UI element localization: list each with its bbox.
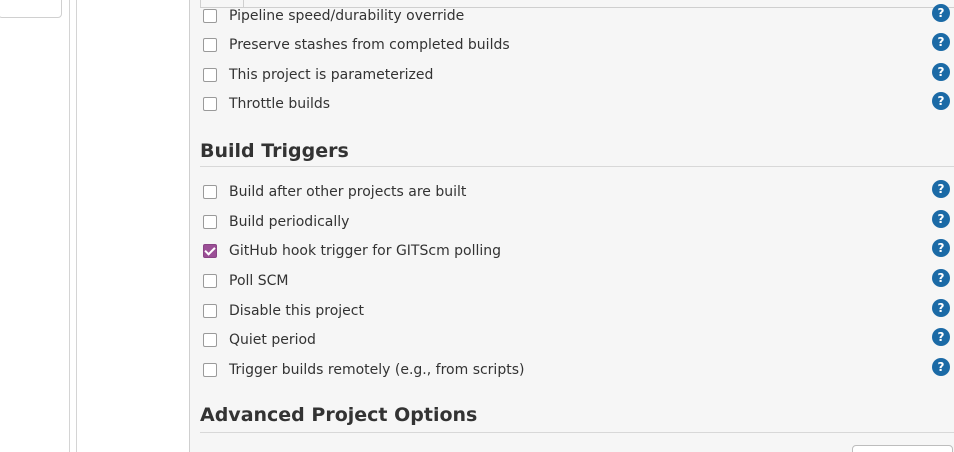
option-label: Pipeline speed/durability override [229,8,465,24]
help-icon[interactable]: ? [932,269,950,287]
option-throttle-builds[interactable]: Throttle builds [203,94,330,114]
content-divider [76,0,77,452]
sidebar-card [0,0,62,18]
checkbox-parameterized[interactable] [203,68,217,82]
jenkins-job-config-page: Pipeline speed/durability override ? Pre… [0,0,954,452]
checkbox-quiet-period[interactable] [203,333,217,347]
option-label: Disable this project [229,303,364,319]
checkbox-throttle-builds[interactable] [203,97,217,111]
checkbox-github-hook[interactable] [203,244,217,258]
checkbox-preserve-stashes[interactable] [203,38,217,52]
checkbox-pipeline-speed-durability[interactable] [203,9,217,23]
help-icon[interactable]: ? [932,4,950,22]
checkbox-poll-scm[interactable] [203,274,217,288]
option-parameterized[interactable]: This project is parameterized [203,65,433,85]
trigger-build-periodically[interactable]: Build periodically [203,212,349,232]
help-icon[interactable]: ? [932,299,950,317]
trigger-builds-remotely[interactable]: Trigger builds remotely (e.g., from scri… [203,360,524,380]
option-label: Quiet period [229,332,316,348]
trigger-disable-project[interactable]: Disable this project [203,301,364,321]
option-label: GitHub hook trigger for GITScm polling [229,243,502,259]
advanced-button[interactable] [852,445,953,452]
trigger-poll-scm[interactable]: Poll SCM [203,271,288,291]
trigger-build-after-other-projects[interactable]: Build after other projects are built [203,182,466,202]
checkbox-build-periodically[interactable] [203,215,217,229]
checkbox-disable-project[interactable] [203,304,217,318]
section-divider [200,432,954,433]
checkbox-build-after-other-projects[interactable] [203,185,217,199]
help-icon[interactable]: ? [932,328,950,346]
help-icon[interactable]: ? [932,210,950,228]
trigger-github-hook[interactable]: GitHub hook trigger for GITScm polling [203,241,501,261]
help-icon[interactable]: ? [932,63,950,81]
option-label: This project is parameterized [229,67,434,83]
section-title-build-triggers: Build Triggers [200,140,349,162]
section-title-advanced-project-options: Advanced Project Options [200,404,478,426]
option-label: Preserve stashes from completed builds [229,37,510,53]
option-preserve-stashes[interactable]: Preserve stashes from completed builds [203,35,510,55]
option-label: Build after other projects are built [229,184,467,200]
sidebar-divider [69,0,70,452]
help-icon[interactable]: ? [932,92,950,110]
section-divider [200,166,954,167]
trigger-quiet-period[interactable]: Quiet period [203,330,316,350]
option-label: Build periodically [229,214,350,230]
help-icon[interactable]: ? [932,33,950,51]
help-icon[interactable]: ? [932,180,950,198]
option-pipeline-speed-durability[interactable]: Pipeline speed/durability override [203,6,464,26]
help-icon[interactable]: ? [932,239,950,257]
option-label: Throttle builds [229,96,331,112]
option-label: Trigger builds remotely (e.g., from scri… [229,362,525,378]
help-icon[interactable]: ? [932,358,950,376]
option-label: Poll SCM [229,273,289,289]
checkbox-builds-remotely[interactable] [203,363,217,377]
